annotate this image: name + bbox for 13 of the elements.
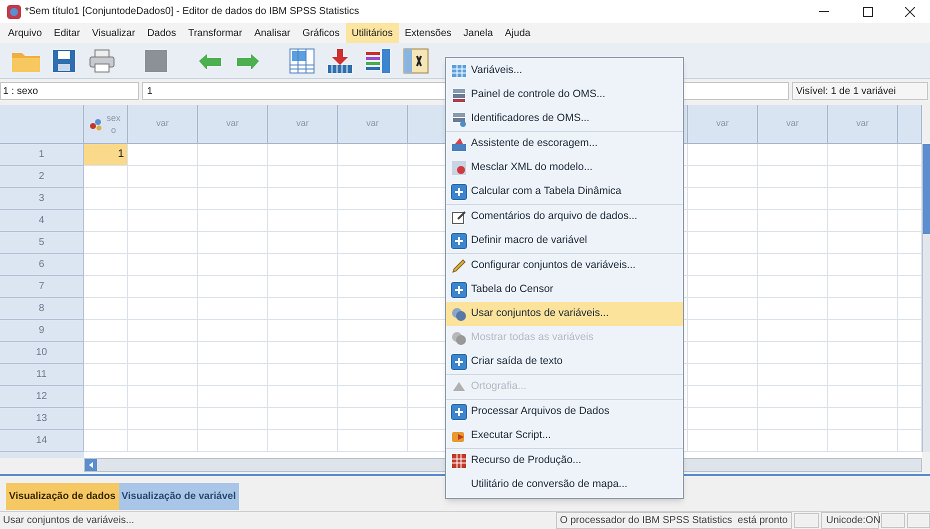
column-label: var	[856, 117, 869, 130]
status-message: Usar conjuntos de variáveis...	[2, 514, 136, 528]
column-label: var	[366, 117, 379, 130]
status-processor: O processador do IBM SPSS Statistics está pronto	[556, 512, 792, 528]
column-label: sexo	[105, 112, 122, 136]
visible-count: Visível: 1 de 1 variávei	[792, 82, 928, 100]
window-title: *Sem título1 [ConjuntodeDados0] - Editor de dados do IBM SPSS Statistics	[25, 5, 360, 19]
unicode-status: Unicode:ON	[821, 512, 880, 528]
column-label: var	[226, 117, 239, 130]
column-label: var	[296, 117, 309, 130]
column-label: var	[786, 117, 799, 130]
column-label: var	[716, 117, 729, 130]
column-label: var	[156, 117, 169, 130]
